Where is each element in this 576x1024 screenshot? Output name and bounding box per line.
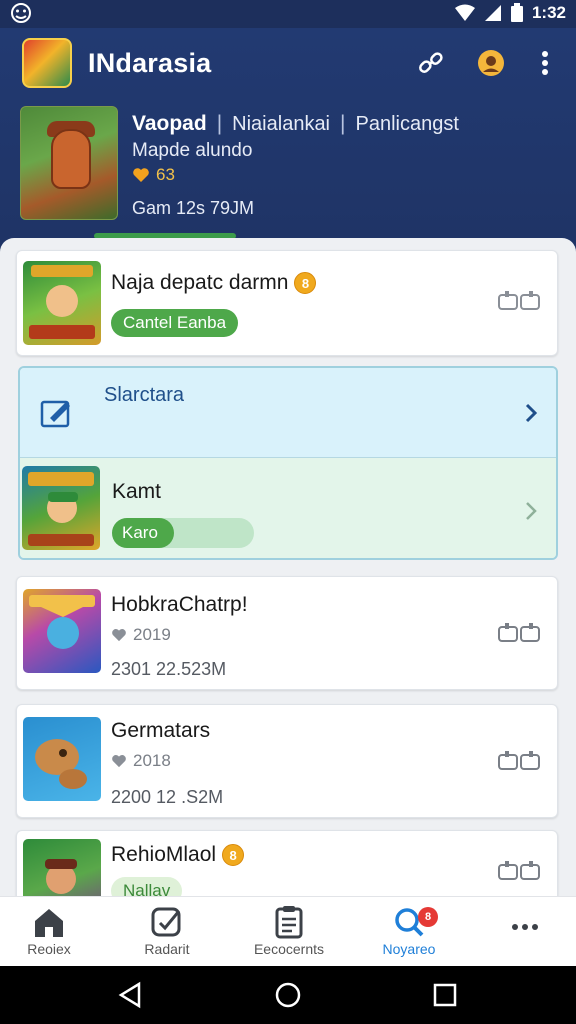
list-item[interactable]: RehioMlaol 8 Nallav	[16, 830, 558, 898]
app-logo	[22, 38, 72, 88]
heart-icon	[112, 755, 126, 768]
battery-icon	[510, 3, 523, 22]
nav-review[interactable]: Radarit	[112, 905, 222, 963]
edit-icon	[40, 400, 70, 428]
game-title: Germatars	[111, 719, 211, 742]
select-row[interactable]: Slarctara	[20, 368, 556, 458]
game-meta: 2019	[111, 625, 171, 645]
featured-title-row: Vaopad | Niaialankai | Panlicangst	[132, 112, 459, 136]
chevron-right-icon	[525, 403, 538, 423]
game-thumbnail	[23, 717, 101, 801]
progress-pill: Karo	[112, 518, 174, 548]
separator: |	[216, 112, 223, 135]
back-icon[interactable]	[115, 980, 145, 1010]
profile-button[interactable]	[474, 46, 508, 80]
game-year: 2019	[133, 625, 171, 644]
bottom-navigation: Reoiex Radarit Eecocernts 8 Noyareo	[0, 896, 576, 966]
heart-icon	[133, 168, 149, 182]
featured-tag[interactable]: Panlicangst	[355, 113, 458, 136]
controller-icon[interactable]	[497, 289, 543, 315]
game-date: 2301 22.523M	[111, 659, 227, 679]
coin-badge: 8	[294, 272, 317, 294]
home-circle-icon[interactable]	[273, 980, 303, 1010]
game-title: HobkraChatrp!	[111, 593, 248, 616]
game-list[interactable]: Naja depatc darmn 8 Cantel Eanba Slarcta…	[0, 238, 576, 898]
list-item[interactable]: Naja depatc darmn 8 Cantel Eanba	[16, 250, 558, 356]
featured-date: Gam 12s 79JM	[132, 198, 255, 218]
featured-tag[interactable]: Niaialankai	[232, 113, 330, 136]
controller-icon[interactable]	[497, 621, 543, 647]
link-icon	[419, 52, 443, 73]
game-thumbnail	[23, 261, 101, 345]
select-label: Slarctara	[104, 384, 185, 406]
nav-more[interactable]	[470, 905, 576, 963]
system-navigation	[0, 966, 576, 1024]
clock: 1:32	[531, 3, 566, 22]
game-thumbnail	[23, 589, 101, 673]
featured-game-image[interactable]	[20, 106, 118, 220]
more-vertical-icon	[542, 51, 548, 75]
game-thumbnail	[22, 466, 100, 550]
list-item[interactable]: Germatars 2018 2200 12 .S2M	[16, 704, 558, 818]
game-title-row: RehioMlaol 8	[111, 843, 245, 867]
signal-icon	[484, 5, 501, 21]
game-thumbnail	[23, 839, 101, 898]
wifi-icon	[454, 4, 475, 21]
android-icon	[11, 3, 31, 23]
controller-icon[interactable]	[497, 749, 543, 775]
list-item[interactable]: Kamt Karo	[20, 458, 556, 558]
list-item[interactable]: HobkraChatrp! 2019 2301 22.523M	[16, 576, 558, 690]
progress-track: Karo	[112, 518, 254, 548]
more-horizontal-icon	[512, 924, 538, 930]
avatar-icon	[478, 50, 504, 76]
app-title: INdarasia	[88, 48, 212, 78]
clipboard-icon	[275, 906, 303, 939]
game-title: RehioMlaol	[111, 843, 217, 866]
notification-badge: 8	[418, 907, 438, 927]
game-title-row: Naja depatc darmn 8	[111, 271, 317, 295]
chevron-right-icon[interactable]	[524, 500, 538, 522]
category-pill[interactable]: Cantel Eanba	[111, 309, 239, 337]
featured-subtitle: Mapde alundo	[132, 140, 253, 161]
selected-group[interactable]: Slarctara Kamt Karo	[18, 366, 558, 560]
heart-icon	[112, 629, 126, 642]
featured-title[interactable]: Vaopad	[132, 112, 207, 136]
edit-check-icon	[151, 907, 181, 937]
category-pill[interactable]: Nallav	[111, 877, 183, 898]
game-date: 2200 12 .S2M	[111, 787, 224, 807]
link-button[interactable]	[414, 46, 448, 80]
game-year: 2018	[133, 751, 171, 770]
nav-label: Noyareo	[382, 941, 436, 957]
controller-icon[interactable]	[497, 859, 543, 885]
app-header: INdarasia Vaopad | Niaialankai | Panlica…	[0, 28, 576, 240]
nav-label: Radarit	[144, 941, 190, 957]
game-meta: 2018	[111, 751, 171, 771]
coin-badge: 8	[222, 844, 245, 866]
nav-label: Reoiex	[27, 941, 71, 957]
featured-rating: 63	[132, 165, 175, 185]
rating-value: 63	[156, 165, 175, 184]
nav-documents[interactable]: Eecocernts	[234, 905, 344, 963]
nav-label: Eecocernts	[253, 941, 325, 957]
recents-icon[interactable]	[430, 980, 460, 1010]
status-bar: 1:32	[0, 0, 576, 28]
game-title: Naja depatc darmn	[111, 271, 289, 294]
nav-home[interactable]: Reoiex	[0, 905, 104, 963]
home-icon	[35, 909, 63, 937]
game-title: Kamt	[112, 480, 162, 503]
separator: |	[340, 112, 346, 135]
more-options-button[interactable]	[528, 46, 562, 80]
nav-search[interactable]: 8 Noyareo	[354, 905, 464, 963]
